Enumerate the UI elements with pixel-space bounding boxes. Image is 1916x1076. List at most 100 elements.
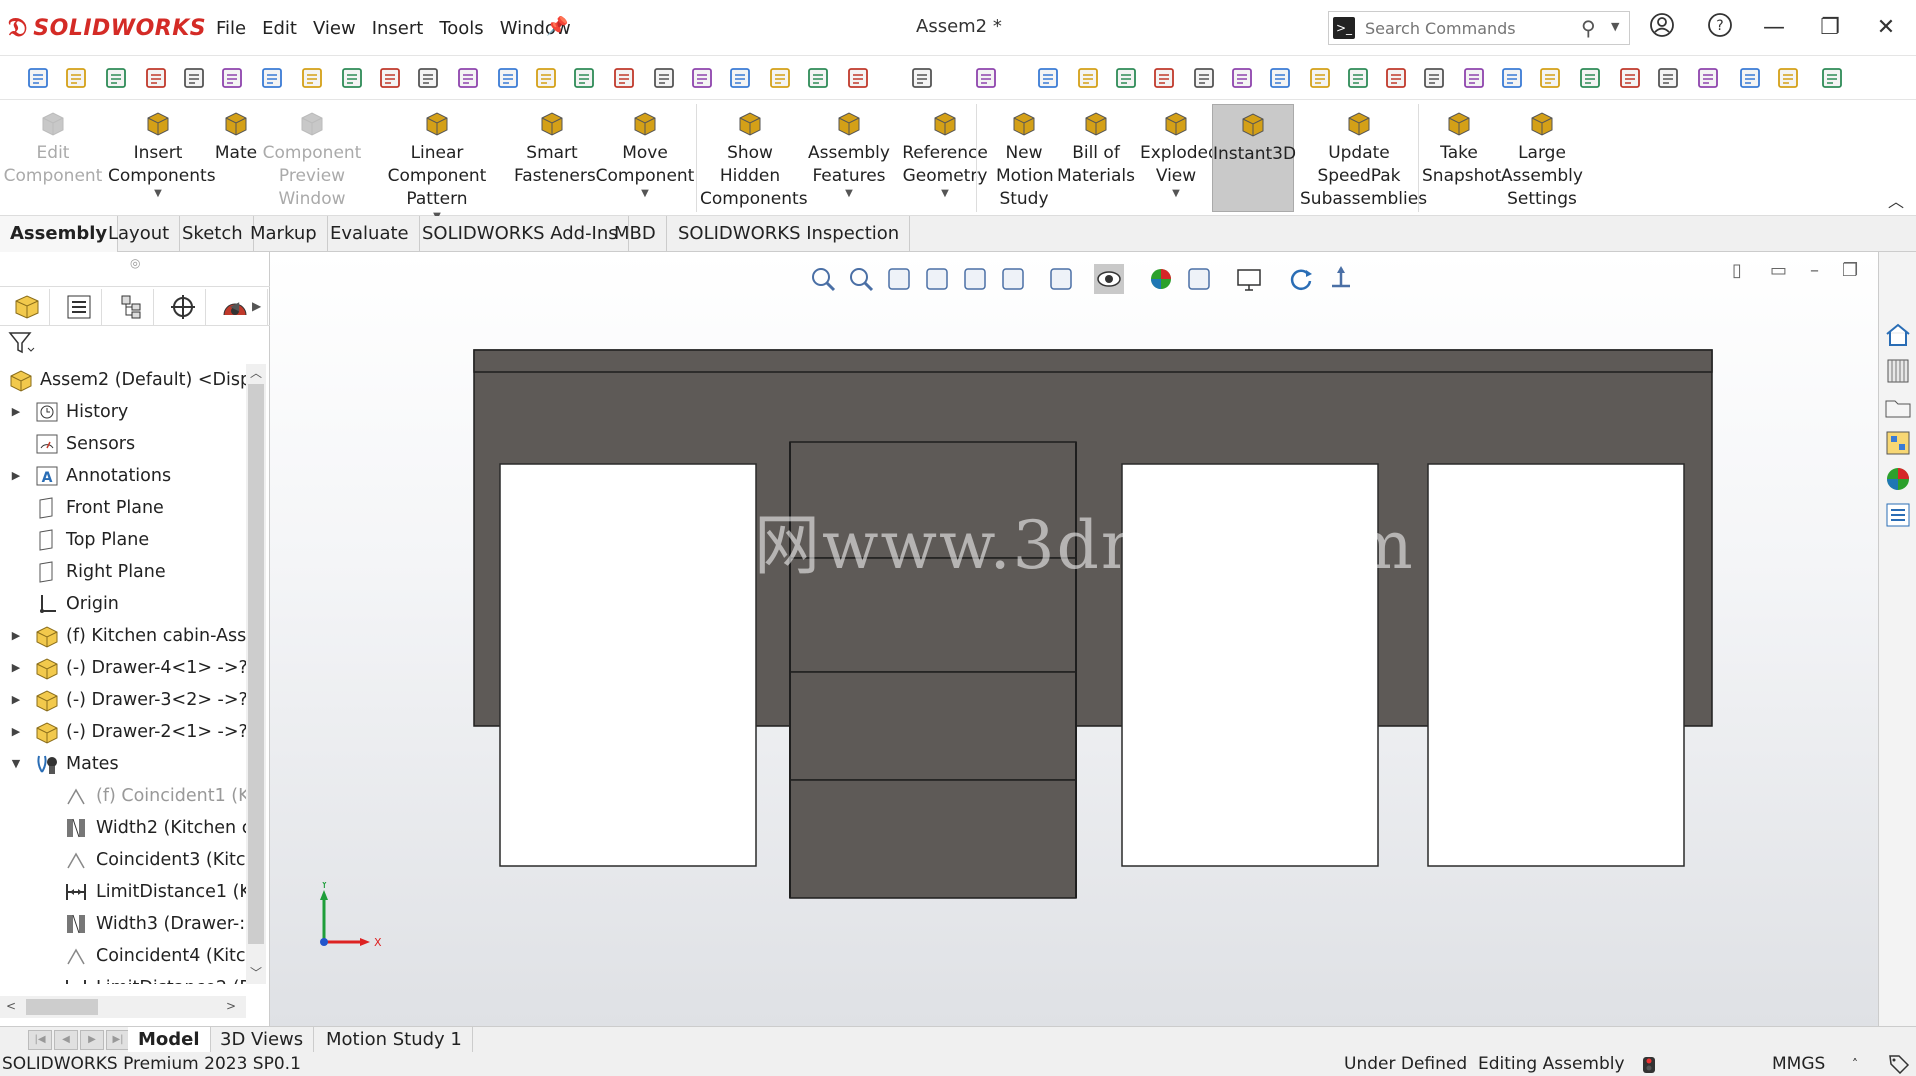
select-over-icon[interactable] <box>1112 64 1140 92</box>
tree-node-drawer-3-2[interactable]: ▶ (-) Drawer-3<2> ->? ( <box>8 684 246 716</box>
insert-component-icon[interactable] <box>258 64 286 92</box>
bottom-tab-3d-views[interactable]: 3D Views <box>210 1027 315 1053</box>
collapsed-caret-icon[interactable]: ▶ <box>8 460 24 492</box>
move-component-button[interactable]: Move Component ▼ <box>594 104 696 212</box>
tag-icon[interactable] <box>1888 1054 1910 1076</box>
chevron-down-icon[interactable]: ▼ <box>594 188 696 200</box>
tree-node-coincident4-kitc[interactable]: Coincident4 (Kitc <box>8 940 246 972</box>
tree-node-assem2-default-display[interactable]: Assem2 (Default) <Display <box>8 364 246 396</box>
performance-icon[interactable] <box>1344 64 1372 92</box>
last-tab-icon[interactable]: ▶| <box>106 1030 130 1050</box>
chevron-down-icon[interactable]: ▼ <box>804 188 894 200</box>
tree-horizontal-scrollbar[interactable]: < > <box>0 996 246 1018</box>
mate-button[interactable]: Mate <box>212 104 260 212</box>
tree-node-f-kitchen-cabin-asse[interactable]: ▶ (f) Kitchen cabin-Asse <box>8 620 246 652</box>
next-tab-icon[interactable]: ▶ <box>80 1030 104 1050</box>
design-library-icon[interactable] <box>1883 356 1913 386</box>
globe-icon[interactable] <box>1536 64 1564 92</box>
save-as-icon[interactable] <box>142 64 170 92</box>
tree-node-mates[interactable]: ▼ Mates <box>8 748 246 780</box>
tree-node-sensors[interactable]: Sensors <box>8 428 246 460</box>
split-horizontal-icon[interactable] <box>1616 64 1644 92</box>
stats-icon[interactable] <box>1228 64 1256 92</box>
drawer-3[interactable] <box>789 671 1077 781</box>
accept-icon[interactable] <box>1736 64 1764 92</box>
dynamic-annotation-icon[interactable] <box>960 264 990 294</box>
tree-node-history[interactable]: ▶ History <box>8 396 246 428</box>
tree-node-coincident3-kitc[interactable]: Coincident3 (Kitc <box>8 844 246 876</box>
normal-to-icon[interactable] <box>1326 264 1356 294</box>
open-icon[interactable] <box>102 64 130 92</box>
edit-appearance-icon[interactable] <box>1146 264 1176 294</box>
collapsed-caret-icon[interactable]: ▶ <box>8 620 24 652</box>
tab-evaluate[interactable]: Evaluate <box>320 216 420 252</box>
tree-horizontal-scroll-thumb[interactable] <box>26 999 98 1015</box>
viewport-minimize-icon[interactable]: – <box>1810 260 1819 281</box>
restore-icon[interactable]: ❐ <box>1814 12 1846 44</box>
box-select-icon[interactable] <box>1034 64 1062 92</box>
link-views-icon[interactable]: ▭ <box>1770 260 1787 281</box>
select-icon[interactable] <box>972 64 1000 92</box>
viewport-restore-icon[interactable]: ❐ <box>1842 260 1858 281</box>
search-commands-box[interactable]: >_ ⚲ ▼ <box>1328 11 1630 45</box>
tab-solidworks-inspection[interactable]: SOLIDWORKS Inspection <box>668 216 911 252</box>
tree-node-front-plane[interactable]: Front Plane <box>8 492 246 524</box>
user-account-icon[interactable] <box>1646 12 1678 44</box>
bottom-tab-motion-study-1[interactable]: Motion Study 1 <box>316 1027 473 1053</box>
edit-component-button[interactable]: Edit Component <box>0 104 106 212</box>
apply-scene-icon[interactable] <box>1184 264 1214 294</box>
tree-node-drawer-4-1[interactable]: ▶ (-) Drawer-4<1> ->? ( <box>8 652 246 684</box>
solidworks-logo[interactable]: 𝔇 SOLIDWORKS <box>8 10 206 46</box>
save-all-icon[interactable] <box>454 64 482 92</box>
split-vertical-icon[interactable] <box>1654 64 1682 92</box>
copy-with-mates-icon[interactable] <box>376 64 404 92</box>
tab-layout[interactable]: Layout <box>98 216 181 252</box>
panel-grip-icon[interactable]: ◎ <box>130 256 140 270</box>
tree-vertical-scrollbar[interactable]: ︿ ﹀ <box>246 364 266 984</box>
tree-node-annotations[interactable]: ▶ A Annotations <box>8 460 246 492</box>
search-input[interactable] <box>1365 15 1575 41</box>
section-view-icon[interactable] <box>922 264 952 294</box>
search-icon[interactable]: ⚲ <box>1581 16 1596 40</box>
tree-node-drawer-2-1[interactable]: ▶ (-) Drawer-2<1> ->? ( <box>8 716 246 748</box>
bom-list-icon[interactable] <box>1420 64 1448 92</box>
tree-node-f-coincident1-k[interactable]: (f) Coincident1 (K <box>8 780 246 812</box>
drawer-4[interactable] <box>789 779 1077 899</box>
tree-node-limitdistance1-k[interactable]: LimitDistance1 (K <box>8 876 246 908</box>
help-toolbar-icon[interactable] <box>1818 64 1846 92</box>
collapse-ribbon-icon[interactable]: ︿ <box>1888 188 1904 212</box>
tree-node-width3-drawer[interactable]: Width3 (Drawer-: <box>8 908 246 940</box>
collapsed-caret-icon[interactable]: ▶ <box>8 652 24 684</box>
tab-mbd[interactable]: MBD <box>604 216 667 252</box>
large-assembly-settings-button[interactable]: Large Assembly Settings <box>1500 104 1584 212</box>
cut-icon[interactable] <box>688 64 716 92</box>
display-style-icon[interactable] <box>1046 264 1076 294</box>
collapsed-caret-icon[interactable]: ▶ <box>8 716 24 748</box>
tree-vertical-scroll-thumb[interactable] <box>248 384 264 944</box>
bill-of-materials-button[interactable]: Bill of Materials <box>1056 104 1136 212</box>
menu-file[interactable]: File <box>208 14 254 43</box>
close-icon[interactable]: ✕ <box>1870 12 1902 44</box>
options-icon[interactable] <box>298 64 326 92</box>
menu-tools[interactable]: Tools <box>431 14 491 43</box>
configuration-manager-tab[interactable] <box>108 289 154 325</box>
custom-properties-icon[interactable] <box>1883 500 1913 530</box>
scroll-left-icon[interactable]: < <box>6 999 16 1013</box>
tab-scroll-right-icon[interactable]: ▶ <box>252 299 261 313</box>
new-document-icon[interactable] <box>62 64 90 92</box>
prev-tab-icon[interactable]: ◀ <box>54 1030 78 1050</box>
make-drawing-icon[interactable] <box>610 64 638 92</box>
pack-and-go-icon[interactable] <box>494 64 522 92</box>
file-properties-icon[interactable] <box>218 64 246 92</box>
traffic-light-icon[interactable] <box>1190 64 1218 92</box>
rebuild-indicator-icon[interactable] <box>1642 1056 1656 1076</box>
table-icon[interactable] <box>1460 64 1488 92</box>
cabinet-door-right[interactable] <box>1427 463 1685 867</box>
exploded-view-button[interactable]: Exploded View ▼ <box>1140 104 1219 212</box>
zoom-to-area-icon[interactable] <box>846 264 876 294</box>
new-motion-study-button[interactable]: New Motion Study <box>996 104 1054 212</box>
copy-icon[interactable] <box>726 64 754 92</box>
smart-fasteners-button[interactable]: Smart Fasteners <box>514 104 596 212</box>
view-orientation-icon[interactable] <box>998 264 1028 294</box>
update-speedpak-subassemblies-button[interactable]: Update SpeedPak Subassemblies <box>1300 104 1427 212</box>
